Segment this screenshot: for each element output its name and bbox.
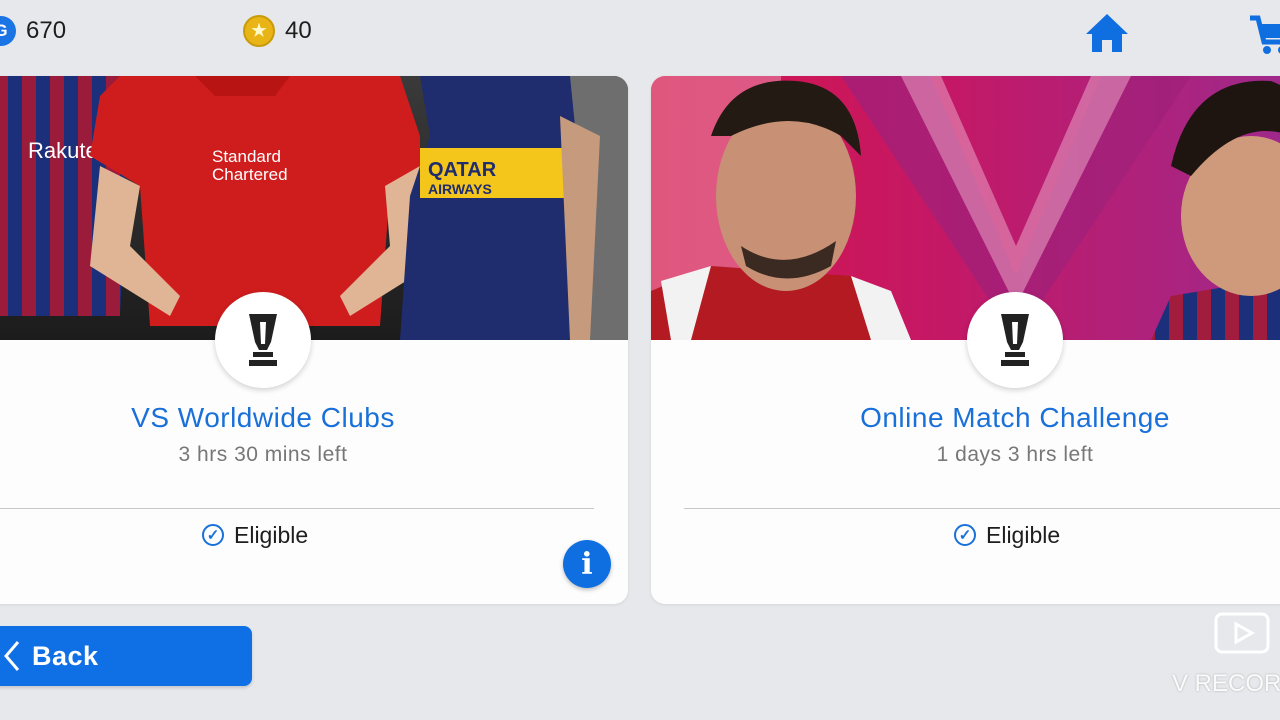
eligibility-status: ✓ Eligible [954,518,1060,552]
event-banner-image [651,76,1280,340]
trophy-icon [967,292,1063,388]
gp-balance: G 670 [0,14,66,48]
gp-value: 670 [26,17,67,44]
eligibility-label: Eligible [234,521,309,548]
checkmark-icon: ✓ [954,524,976,546]
event-banner-image: Rakuten Standard Chartered QATAR AIRWAYS [0,76,628,340]
sponsor-text: Chartered [212,165,288,184]
sponsor-text: AIRWAYS [428,181,492,197]
home-icon [1086,14,1128,52]
recorder-icon [1214,612,1270,654]
shop-button[interactable] [1248,10,1280,56]
eligibility-label: Eligible [986,521,1061,548]
event-card-vs-worldwide-clubs[interactable]: Rakuten Standard Chartered QATAR AIRWAYS… [0,76,628,604]
event-card-online-match-challenge[interactable]: Online Match Challenge 1 days 3 hrs left… [651,76,1280,604]
sponsor-text: Standard [212,147,281,166]
event-title: VS Worldwide Clubs [131,402,395,433]
coin-value: 40 [285,17,312,44]
back-button[interactable]: Back [0,626,252,686]
eligibility-status: ✓ Eligible [202,518,308,552]
coin-balance: ★ 40 [243,14,312,48]
chevron-left-icon [4,641,20,671]
trophy-icon [215,292,311,388]
divider [0,508,594,509]
recorder-watermark: V RECOR [1172,670,1280,697]
event-title: Online Match Challenge [860,402,1170,433]
info-button[interactable]: i [563,540,611,588]
top-bar: G 670 ★ 40 [0,0,1280,64]
home-button[interactable] [1084,10,1130,56]
back-label: Back [32,640,99,671]
star-coin-icon: ★ [243,15,275,47]
checkmark-icon: ✓ [202,524,224,546]
divider [684,508,1280,509]
sponsor-text: QATAR [428,159,497,181]
cart-icon [1250,15,1280,54]
event-time-left: 3 hrs 30 mins left [178,443,348,466]
event-time-left: 1 days 3 hrs left [936,443,1094,466]
gp-coin-icon: G [0,16,16,46]
